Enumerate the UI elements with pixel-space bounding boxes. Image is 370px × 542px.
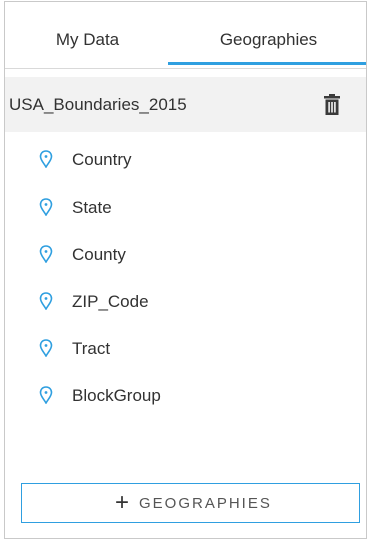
field-item-zip-code[interactable]: ZIP_Code bbox=[5, 280, 366, 324]
plus-icon: + bbox=[115, 489, 130, 516]
location-field-icon bbox=[39, 292, 53, 310]
location-field-icon bbox=[39, 339, 53, 357]
add-geographies-label: GEOGRAPHIES bbox=[139, 495, 272, 512]
dataset-header[interactable]: USA_Boundaries_2015 bbox=[5, 77, 366, 132]
location-field-icon bbox=[39, 198, 53, 216]
data-panel: My Data Geographies USA_Boundaries_2015 … bbox=[4, 1, 367, 539]
trash-icon[interactable] bbox=[322, 94, 342, 116]
location-field-icon bbox=[39, 150, 53, 168]
field-item-country[interactable]: Country bbox=[5, 138, 366, 182]
add-geographies-button[interactable]: + GEOGRAPHIES bbox=[21, 483, 360, 523]
field-label: Tract bbox=[72, 339, 111, 358]
location-field-icon bbox=[39, 245, 53, 263]
active-tab-indicator bbox=[168, 62, 366, 65]
panel-tabs: My Data Geographies bbox=[5, 2, 366, 69]
dataset-name: USA_Boundaries_2015 bbox=[9, 95, 187, 114]
tab-geographies[interactable]: Geographies bbox=[170, 2, 367, 65]
field-label: County bbox=[72, 245, 126, 264]
location-field-icon bbox=[39, 386, 53, 404]
field-label: State bbox=[72, 198, 112, 217]
field-label: ZIP_Code bbox=[72, 292, 149, 311]
field-item-tract[interactable]: Tract bbox=[5, 327, 366, 371]
field-item-state[interactable]: State bbox=[5, 186, 366, 230]
field-label: BlockGroup bbox=[72, 386, 161, 405]
field-item-county[interactable]: County bbox=[5, 233, 366, 277]
field-label: Country bbox=[72, 150, 132, 169]
tab-my-data[interactable]: My Data bbox=[5, 2, 170, 65]
field-item-blockgroup[interactable]: BlockGroup bbox=[5, 374, 366, 418]
